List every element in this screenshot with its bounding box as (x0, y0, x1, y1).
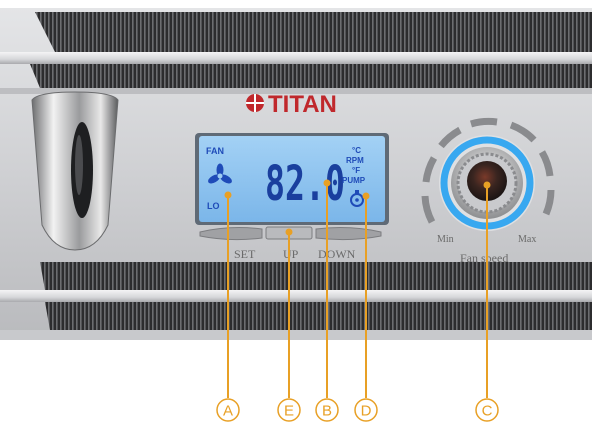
pump-label: PUMP (342, 176, 366, 185)
fan-speed-caption: Fan speed (460, 251, 508, 265)
lcd-level-label: LO (207, 201, 220, 211)
lcd-fan-label: FAN (206, 146, 224, 156)
lcd-display: FAN LO 82.0 °C RPM °F PUMP (195, 133, 389, 225)
top-vent (0, 12, 592, 94)
bottom-vent (0, 262, 592, 340)
titan-logo-icon (246, 94, 264, 112)
max-label: Max (518, 234, 536, 245)
callout-c: C (475, 398, 499, 422)
callout-letter: B (322, 403, 332, 420)
chrome-handle (31, 91, 119, 251)
down-button-label: DOWN (318, 247, 356, 261)
unit-celsius: °C (352, 146, 361, 155)
callout-e: E (277, 398, 301, 422)
brand-name: TITAN (268, 91, 337, 118)
callout-d: D (354, 398, 378, 422)
fan-controller-photo: TITAN FAN LO 82.0 °C RPM °F PUMP SET UP … (0, 8, 592, 422)
callout-letter: A (223, 403, 233, 420)
callout-a: A (216, 398, 240, 422)
unit-rpm: RPM (346, 156, 364, 165)
temperature-reading: 82.0 (265, 156, 345, 212)
unit-fahrenheit: °F (352, 166, 360, 175)
callout-letter: C (482, 403, 493, 420)
up-button-label: UP (283, 247, 299, 261)
callout-letter: D (361, 403, 372, 420)
min-label: Min (437, 234, 454, 245)
callout-letter: E (284, 403, 294, 420)
callout-b: B (315, 398, 339, 422)
set-button-label: SET (234, 247, 256, 261)
